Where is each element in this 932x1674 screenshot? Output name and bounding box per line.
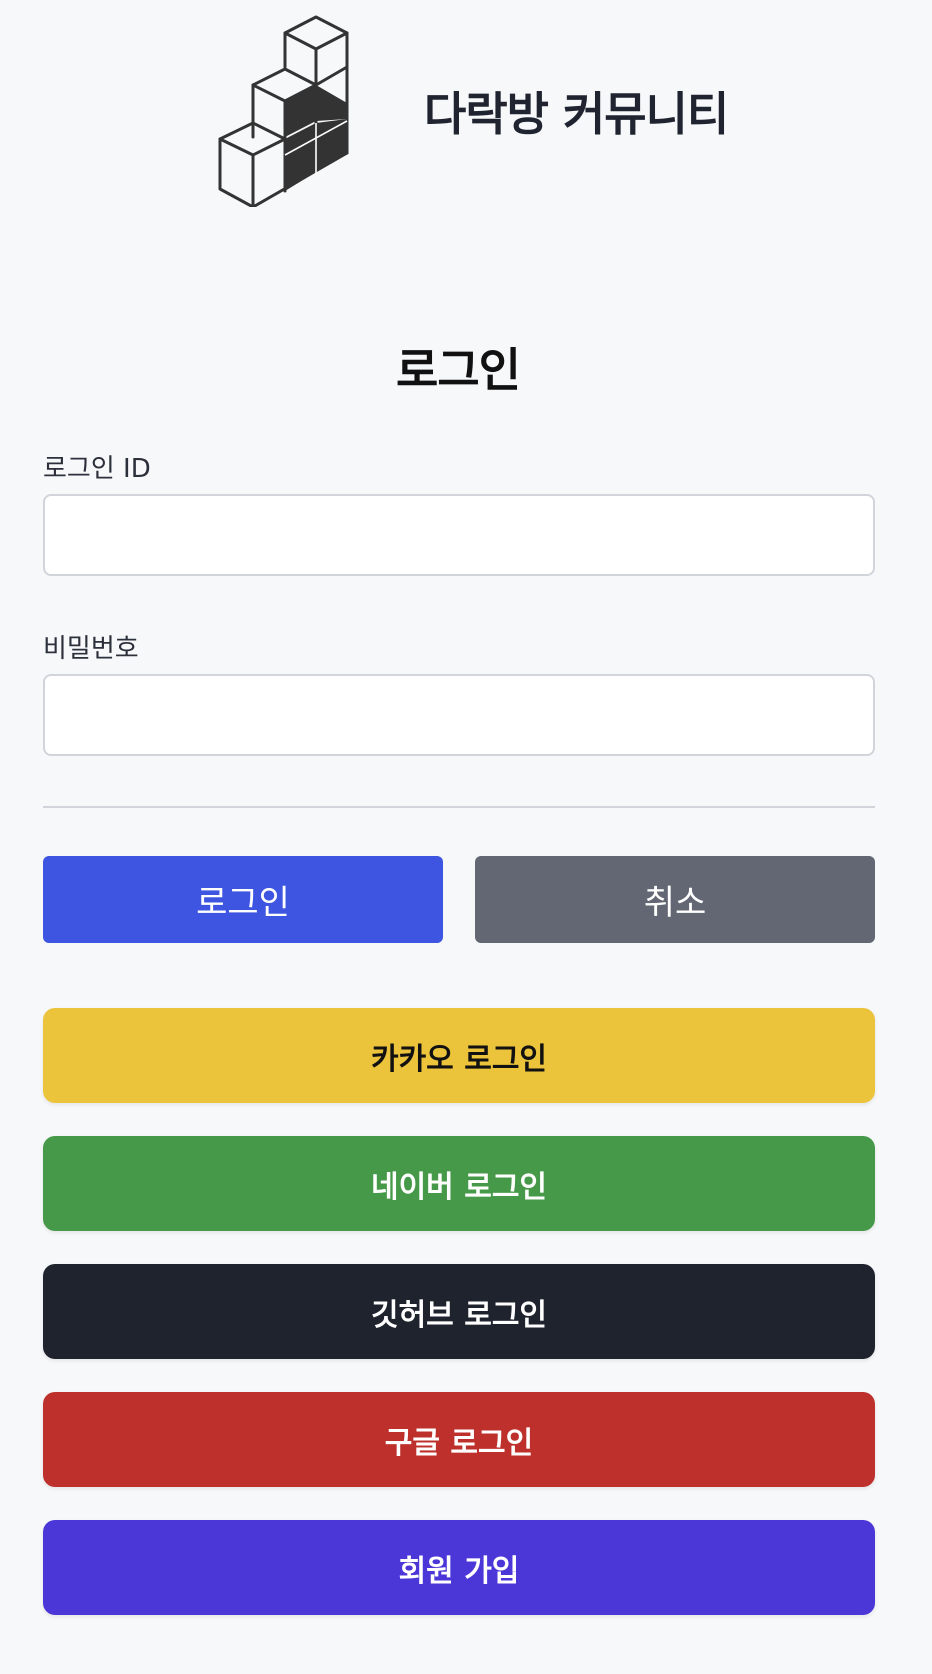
- github-login-button[interactable]: 깃허브 로그인: [43, 1264, 875, 1359]
- stacked-cubes-logo-icon: [218, 15, 349, 207]
- login-button[interactable]: 로그인: [43, 856, 443, 943]
- kakao-login-button[interactable]: 카카오 로그인: [43, 1008, 875, 1103]
- page-title: 로그인: [396, 343, 521, 397]
- google-login-button[interactable]: 구글 로그인: [43, 1392, 875, 1487]
- header: 다락방 커뮤니티: [0, 0, 932, 230]
- signup-button[interactable]: 회원 가입: [43, 1520, 875, 1615]
- naver-login-button[interactable]: 네이버 로그인: [43, 1136, 875, 1231]
- cancel-button[interactable]: 취소: [475, 856, 875, 943]
- form-divider: [43, 806, 875, 808]
- login-id-input[interactable]: [43, 494, 875, 576]
- login-id-label: 로그인 ID: [43, 454, 151, 484]
- brand-title: 다락방 커뮤니티: [424, 87, 729, 141]
- password-label: 비밀번호: [43, 634, 139, 664]
- password-input[interactable]: [43, 674, 875, 756]
